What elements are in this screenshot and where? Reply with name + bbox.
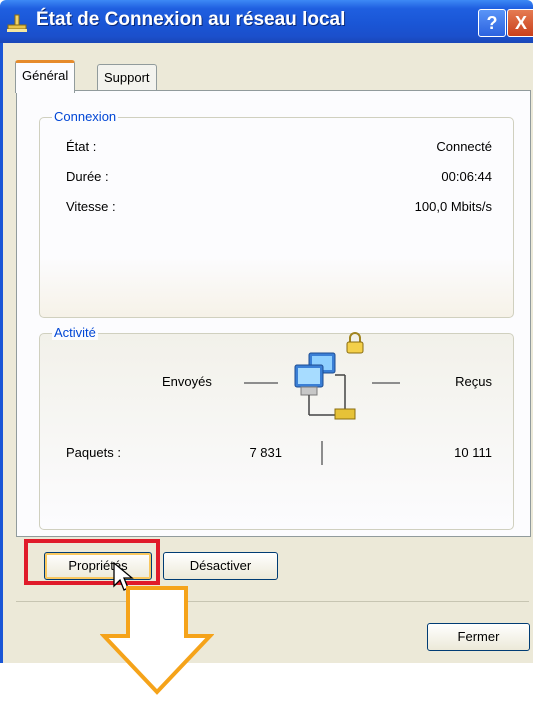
close-window-button[interactable]: X <box>507 9 533 37</box>
tab-general[interactable]: Général <box>15 60 76 93</box>
packets-label: Paquets : <box>66 445 121 460</box>
packets-sent-value: 7 831 <box>249 445 282 460</box>
activity-group <box>39 333 514 530</box>
disable-button[interactable]: Désactiver <box>163 552 278 580</box>
close-button[interactable]: Fermer <box>427 623 530 651</box>
received-line <box>372 382 400 384</box>
highlight-box <box>24 539 160 585</box>
tab-support[interactable]: Support <box>97 64 157 91</box>
down-arrow-annotation <box>100 586 214 695</box>
network-computers-icon <box>294 352 356 420</box>
status-value: Connecté <box>436 139 492 154</box>
packets-divider <box>321 441 323 465</box>
window-title: État de Connexion au réseau local <box>36 9 346 30</box>
lock-icon <box>346 332 364 354</box>
network-connection-icon <box>7 14 27 32</box>
speed-label: Vitesse : <box>66 199 116 214</box>
dialog-divider <box>16 601 529 602</box>
duration-label: Durée : <box>66 169 109 184</box>
duration-value: 00:06:44 <box>441 169 492 184</box>
connection-group-label: Connexion <box>52 109 119 124</box>
packets-received-value: 10 111 <box>454 445 492 460</box>
received-label: Reçus <box>455 374 492 389</box>
speed-value: 100,0 Mbits/s <box>414 199 492 214</box>
status-label: État : <box>66 139 97 154</box>
help-button[interactable]: ? <box>478 9 506 37</box>
sent-line <box>244 382 278 384</box>
sent-label: Envoyés <box>162 374 212 389</box>
title-bar[interactable]: État de Connexion au réseau local ? X <box>0 0 533 43</box>
activity-group-label: Activité <box>52 325 98 340</box>
